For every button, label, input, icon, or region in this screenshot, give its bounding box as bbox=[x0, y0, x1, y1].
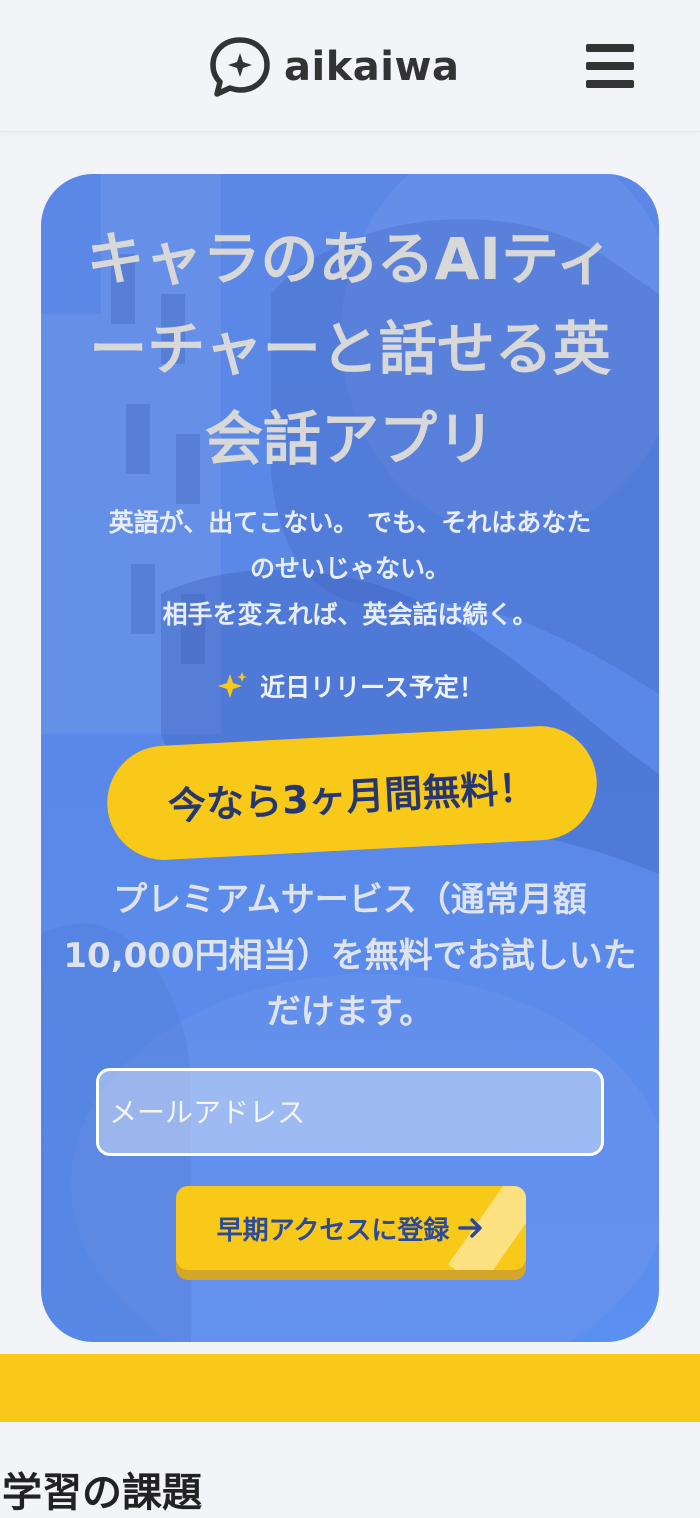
hero-subtitle: 英語が、出てこない。 でも、それはあなた のせいじゃない。 相手を変えれば、英会… bbox=[51, 500, 649, 638]
free-trial-text: 今なら3ヶ月間無料！ bbox=[167, 764, 538, 829]
button-face: 早期アクセスに登録 bbox=[176, 1186, 526, 1270]
logo-text: aikaiwa bbox=[284, 44, 460, 90]
speech-bubble-sparkle-icon bbox=[210, 37, 270, 97]
hero-subtitle-line: 英語が、出てこない。 でも、それはあなた bbox=[108, 508, 592, 537]
site-header: aikaiwa bbox=[0, 0, 700, 132]
section-title: 学習の課題 bbox=[2, 1470, 202, 1516]
brand-logo[interactable]: aikaiwa bbox=[208, 36, 459, 98]
hamburger-menu-icon[interactable] bbox=[586, 44, 634, 88]
yellow-divider-band bbox=[0, 1354, 700, 1422]
early-access-button[interactable]: 早期アクセスに登録 bbox=[176, 1186, 526, 1280]
hero-title: キャラのあるAIティーチャーと話せる英会話アプリ bbox=[86, 225, 614, 473]
hero-subtitle-line: 相手を変えれば、英会話は続く。 bbox=[162, 600, 538, 629]
sparkle-icon bbox=[218, 672, 248, 698]
arrow-right-icon bbox=[458, 1218, 483, 1238]
email-input[interactable] bbox=[96, 1068, 604, 1156]
hero-card: キャラのあるAIティーチャーと話せる英会話アプリ 英語が、出てこない。 でも、そ… bbox=[41, 174, 659, 1342]
release-notice: 近日リリース予定！ bbox=[41, 668, 659, 704]
release-text: 近日リリース予定！ bbox=[260, 673, 484, 702]
early-access-label: 早期アクセスに登録 bbox=[216, 1215, 450, 1246]
hero-subtitle-line: のせいじゃない。 bbox=[249, 554, 450, 583]
premium-description: プレミアムサービス（通常月額10,000円相当）を無料でお試しいただけます。 bbox=[63, 880, 637, 1032]
